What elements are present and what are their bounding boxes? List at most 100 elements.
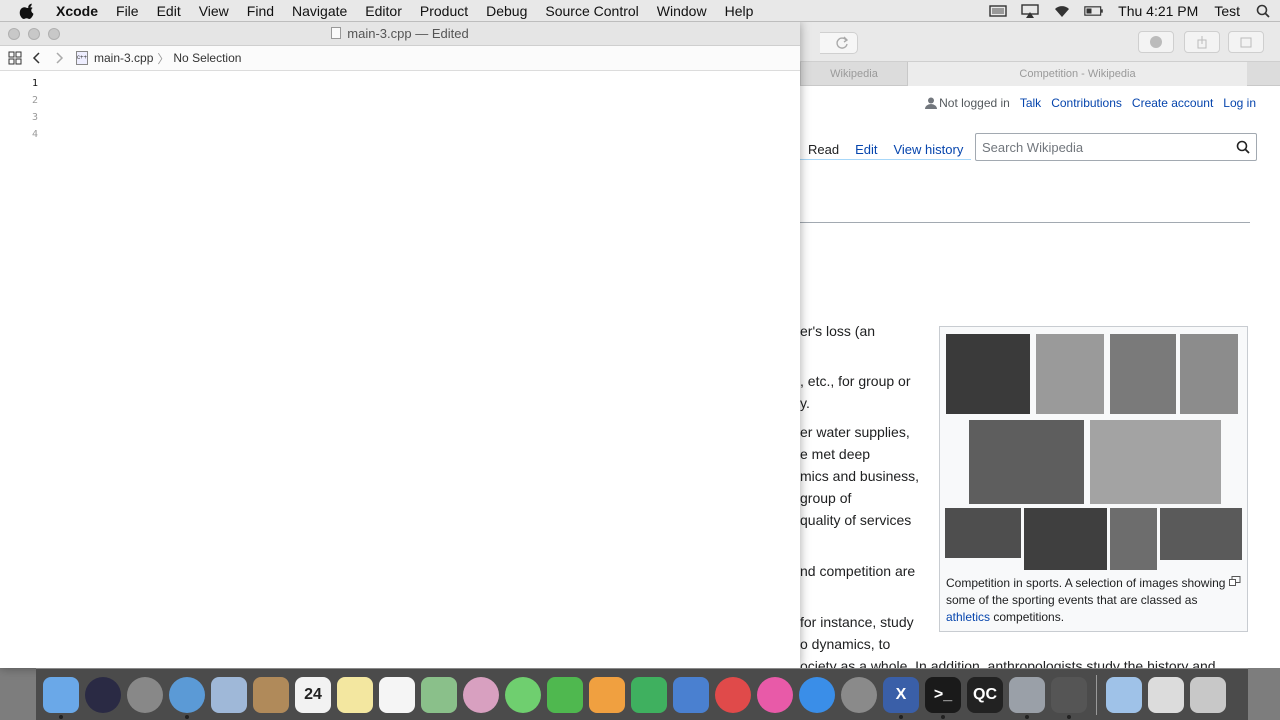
menu-debug[interactable]: Debug [477,0,536,22]
photo-long-jump[interactable] [1180,334,1238,414]
user-name[interactable]: Test [1214,3,1240,19]
menu-file[interactable]: File [107,0,148,22]
photo-race-walk[interactable] [945,508,1021,558]
jumpbar-filename: main-3.cpp [94,51,154,65]
share-icon [1197,36,1207,49]
code-editor[interactable] [44,74,800,668]
chevron-right-icon: 〉 [157,51,170,66]
menu-bar: Xcode File Edit View Find Navigate Edito… [0,0,1280,22]
menu-app-name[interactable]: Xcode [50,0,107,22]
safari-icon[interactable] [169,676,205,719]
contacts-icon[interactable] [253,676,289,713]
siri-icon[interactable] [85,676,121,713]
share-button[interactable] [1184,31,1220,53]
airplay-icon[interactable] [1020,4,1040,18]
finder-icon[interactable] [43,676,79,719]
create-account-link[interactable]: Create account [1132,96,1213,110]
trash-icon[interactable] [1190,676,1226,713]
downloads-button[interactable] [1138,31,1174,53]
itunes-icon[interactable] [757,676,793,713]
claquette-icon[interactable] [1051,676,1087,719]
contributions-link[interactable]: Contributions [1051,96,1122,110]
maps-icon[interactable] [421,676,457,713]
display-icon[interactable] [988,4,1008,18]
photo-runners[interactable] [1110,508,1157,570]
keynote-icon[interactable] [673,676,709,713]
calendar-icon[interactable]: 24 [295,676,331,713]
tab-wikipedia[interactable]: Wikipedia [800,62,907,86]
reload-icon[interactable] [834,35,850,51]
menu-editor[interactable]: Editor [356,0,411,22]
close-button[interactable] [8,28,20,40]
minimize-button[interactable] [28,28,40,40]
xcode-icon[interactable]: X [883,676,919,719]
wikipedia-search-input[interactable]: Search Wikipedia [975,133,1257,161]
photo-pole-vault[interactable] [1110,334,1176,414]
zoom-button[interactable] [48,28,60,40]
battery-icon[interactable] [1084,4,1104,18]
line-number: 2 [31,95,38,106]
photo-sprint[interactable] [969,420,1084,504]
documents-folder-icon[interactable] [1148,676,1184,713]
menu-source-control[interactable]: Source Control [536,0,647,22]
app-store-icon[interactable] [799,676,835,713]
quartz-label: QC [973,685,997,703]
forward-icon[interactable] [52,51,66,65]
menu-help[interactable]: Help [716,0,763,22]
cpp-file-icon: c++ [76,51,88,65]
news-icon[interactable] [715,676,751,713]
search-icon[interactable] [1236,140,1250,154]
photo-discus[interactable] [1036,334,1104,414]
download-icon [1150,36,1162,48]
reminders-icon[interactable] [379,676,415,713]
spotlight-icon[interactable] [1254,4,1274,18]
menu-find[interactable]: Find [238,0,283,22]
article-line: ociety as a whole. In addition, anthropo… [800,658,1216,668]
mail-icon[interactable] [211,676,247,713]
notes-icon[interactable] [337,676,373,713]
photo-cross-country[interactable] [1160,508,1242,560]
menu-product[interactable]: Product [411,0,477,22]
athletics-link[interactable]: athletics [946,610,990,624]
jumpbar-selection[interactable]: No Selection [173,51,241,65]
personal-tools: Not logged in Talk Contributions Create … [925,96,1256,110]
pages-icon[interactable] [589,676,625,713]
facetime-icon[interactable] [547,676,583,713]
clock[interactable]: Thu 4:21 PM [1118,3,1198,19]
tab-competition[interactable]: Competition - Wikipedia [907,62,1247,86]
quartz-composer-icon[interactable]: QC [967,676,1003,713]
login-link[interactable]: Log in [1223,96,1256,110]
back-icon[interactable] [30,51,44,65]
menu-navigate[interactable]: Navigate [283,0,356,22]
tabs-overview-button[interactable] [1228,31,1264,53]
photos-icon[interactable] [463,676,499,713]
xcode-titlebar[interactable]: main-3.cpp — Edited [0,22,800,46]
launchpad-icon[interactable] [127,676,163,713]
menu-view[interactable]: View [190,0,238,22]
tab-read[interactable]: Read [800,140,848,160]
apple-menu-icon[interactable] [18,3,38,19]
messages-icon[interactable] [505,676,541,713]
article-line: o dynamics, to [800,636,891,652]
downloads-folder-icon[interactable] [1106,676,1142,713]
related-items-icon[interactable] [8,51,22,65]
photo-marathon[interactable] [1024,508,1107,570]
not-logged-in: Not logged in [939,96,1010,110]
terminal-icon[interactable]: >_ [925,676,961,719]
system-preferences-icon[interactable] [841,676,877,713]
jumpbar-file[interactable]: c++ main-3.cpp [76,51,153,65]
wifi-icon[interactable] [1052,4,1072,18]
photo-relay[interactable] [946,334,1030,414]
xcode-window: main-3.cpp — Edited c++ main-3.cpp 〉 No … [0,22,800,668]
browser-window: Wikipedia Competition - Wikipedia Not lo… [800,22,1280,668]
talk-link[interactable]: Talk [1020,96,1041,110]
menu-window[interactable]: Window [648,0,716,22]
window-title: main-3.cpp — Edited [347,26,469,41]
image-collage[interactable] [945,332,1242,570]
photo-stadium[interactable] [1090,420,1221,504]
instruments-icon[interactable] [1009,676,1045,719]
menu-edit[interactable]: Edit [148,0,190,22]
numbers-icon[interactable] [631,676,667,713]
tab-edit[interactable]: Edit [847,140,886,160]
tab-view-history[interactable]: View history [885,140,972,160]
